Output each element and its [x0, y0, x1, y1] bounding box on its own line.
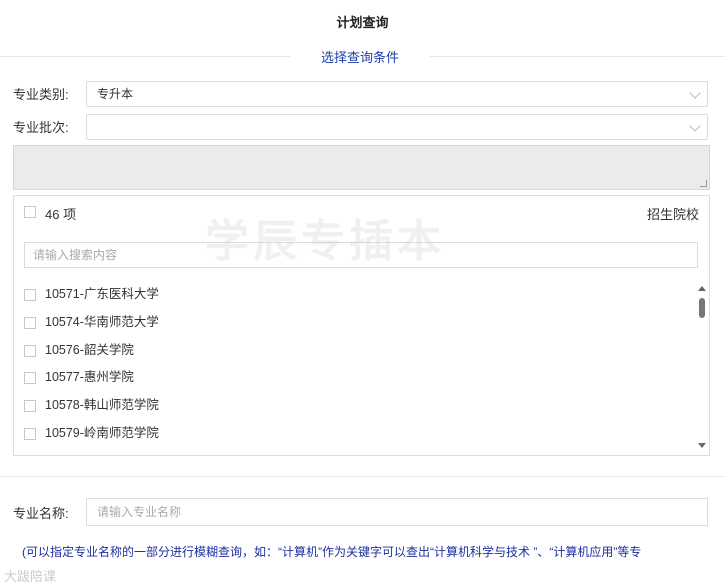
selected-majors-textarea[interactable]	[13, 145, 710, 190]
select-all-checkbox[interactable]	[24, 206, 36, 218]
list-item[interactable]: 10571-广东医科大学	[24, 284, 159, 304]
item-label: 10577-惠州学院	[45, 370, 134, 384]
item-label: 10571-广东医科大学	[45, 287, 159, 301]
item-checkbox[interactable]	[24, 316, 36, 329]
major-type-value: 专升本	[97, 87, 134, 101]
item-checkbox[interactable]	[24, 288, 36, 301]
major-batch-label: 专业批次:	[13, 120, 69, 135]
item-checkbox[interactable]	[24, 371, 36, 384]
scroll-up-icon[interactable]	[698, 286, 706, 291]
list-item[interactable]: 10578-韩山师范学院	[24, 395, 159, 415]
list-scrollbar[interactable]	[697, 284, 707, 452]
panel-header-title: 招生院校	[646, 207, 699, 222]
scroll-down-icon[interactable]	[698, 443, 706, 448]
major-type-select[interactable]: 专升本	[86, 81, 708, 107]
chevron-down-icon	[689, 120, 701, 132]
logo-watermark: 大跋陪课	[4, 569, 57, 584]
chevron-down-icon	[689, 87, 701, 99]
item-label: 10578-韩山师范学院	[45, 398, 159, 412]
divider-right	[430, 56, 725, 57]
major-name-label: 专业名称:	[13, 506, 69, 521]
item-checkbox[interactable]	[24, 399, 36, 412]
major-batch-select[interactable]	[86, 114, 708, 140]
list-item[interactable]: 10577-惠州学院	[24, 367, 134, 387]
major-type-label: 专业类别:	[13, 87, 69, 102]
resize-handle-icon[interactable]	[700, 180, 707, 187]
section-title: 选择查询条件	[290, 47, 430, 66]
item-count: 46 项	[45, 207, 77, 222]
divider	[0, 476, 725, 477]
item-label: 10574-华南师范大学	[45, 315, 159, 329]
search-hint: (可以指定专业名称的一部分进行模糊查询，如：“计算机”作为关键字可以查出“计算机…	[22, 545, 642, 559]
list-item[interactable]: 10576-韶关学院	[24, 340, 134, 360]
item-label: 10579-岭南师范学院	[45, 426, 159, 440]
major-name-input[interactable]: 请输入专业名称	[86, 498, 708, 526]
item-label: 10576-韶关学院	[45, 343, 134, 357]
scrollbar-thumb[interactable]	[699, 298, 705, 318]
list-item[interactable]: 10574-华南师范大学	[24, 312, 159, 332]
list-item[interactable]: 10579-岭南师范学院	[24, 423, 159, 443]
page-title: 计划查询	[336, 15, 389, 30]
item-checkbox[interactable]	[24, 427, 36, 440]
item-checkbox[interactable]	[24, 344, 36, 357]
divider-left	[0, 56, 290, 57]
watermark: 学辰专插本	[205, 216, 445, 267]
